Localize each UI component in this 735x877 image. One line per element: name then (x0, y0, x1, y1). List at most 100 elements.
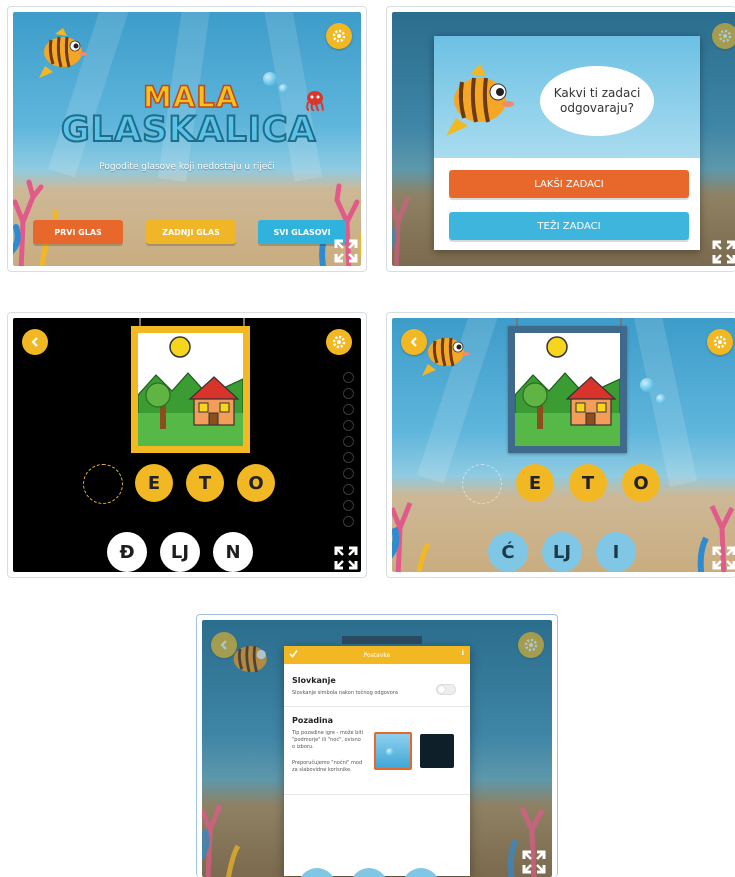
progress-dot (343, 468, 354, 479)
fullscreen-icon (712, 240, 735, 264)
logo-title-top: MALA (142, 79, 240, 115)
chevron-left-icon (410, 337, 417, 347)
background-option-sea[interactable] (374, 732, 412, 770)
screenshot-card-sea-game: E T O Ć LJ I (386, 312, 735, 578)
difficulty-dialog: Kakvi ti zadaci odgovaraju? LAKŠI ZADACI… (434, 36, 700, 250)
last-sound-button[interactable]: ZADNJI GLAS (146, 220, 236, 244)
coral-left (202, 760, 258, 877)
divider (284, 706, 470, 707)
fullscreen-icon (522, 850, 546, 874)
frame-edge (342, 636, 422, 644)
letter-option[interactable]: N (213, 532, 253, 572)
fish-mascot (422, 328, 474, 382)
settings-button[interactable] (712, 23, 735, 49)
progress-dot (343, 388, 354, 399)
progress-dot (343, 404, 354, 415)
word-letter: T (186, 464, 224, 502)
sea-game-screen: E T O Ć LJ I (392, 318, 735, 572)
fullscreen-button[interactable] (522, 850, 546, 874)
chevron-left-icon (31, 337, 38, 347)
settings-button[interactable] (326, 329, 352, 355)
fullscreen-button[interactable] (712, 240, 735, 264)
screenshot-card-difficulty: Kakvi ti zadaci odgovaraju? LAKŠI ZADACI… (386, 6, 735, 272)
screenshot-card-title: MALA GLASKALICA Pogodite glasove koji ne… (7, 6, 367, 272)
bubble (263, 72, 277, 86)
word-letter: T (569, 464, 607, 502)
octopus-icon (303, 90, 327, 116)
picture-frame (131, 326, 250, 453)
gear-icon (332, 335, 346, 349)
progress-dot (343, 500, 354, 511)
gear-icon (713, 335, 727, 349)
background-option-night[interactable] (420, 734, 454, 768)
speech-bubble: Kakvi ti zadaci odgovaraju? (540, 66, 654, 136)
fish-mascot (37, 26, 93, 86)
letter-slot-empty[interactable] (462, 464, 502, 504)
divider (284, 794, 470, 795)
screenshot-card-settings: Postavke i Slovkanje Slovkanje simbola n… (196, 614, 558, 877)
letter-option[interactable]: LJ (160, 532, 200, 572)
fullscreen-button[interactable] (334, 239, 358, 263)
word-letter: O (237, 464, 275, 502)
all-sounds-button[interactable]: SVI GLASOVI (258, 220, 346, 244)
progress-dot (343, 372, 354, 383)
letter-option[interactable]: LJ (542, 532, 582, 572)
easy-tasks-button[interactable]: LAKŠI ZADACI (449, 170, 689, 198)
word-letter: O (622, 464, 660, 502)
gear-icon (524, 638, 538, 652)
back-button[interactable] (22, 329, 48, 355)
coral-left (13, 162, 71, 266)
bubble (279, 84, 288, 93)
settings-title: Postavke (363, 651, 391, 659)
spelling-title: Slovkanje (292, 676, 336, 685)
word-letter: E (135, 464, 173, 502)
bubble (640, 378, 654, 392)
background-description: Tip pozadine igre - može biti "podmorje"… (292, 730, 364, 750)
dialog-question: Kakvi ti zadaci odgovaraju? (553, 86, 641, 115)
settings-header: Postavke i (284, 646, 470, 664)
bubble (656, 394, 666, 404)
word-letter: E (516, 464, 554, 502)
progress-dot (343, 452, 354, 463)
logo-title-main: GLASKALICA (60, 109, 317, 151)
gear-icon (332, 29, 346, 43)
progress-dot (343, 436, 354, 447)
picture-frame (508, 326, 627, 453)
back-button[interactable] (211, 632, 237, 658)
fullscreen-button[interactable] (334, 546, 358, 570)
chevron-left-icon (220, 640, 227, 650)
settings-panel: Postavke i Slovkanje Slovkanje simbola n… (284, 646, 470, 876)
settings-button[interactable] (707, 329, 733, 355)
confirm-button[interactable] (289, 649, 298, 660)
picture-house (515, 333, 620, 446)
spelling-toggle[interactable] (436, 684, 456, 695)
background-title: Pozadina (292, 716, 333, 725)
bubble (386, 748, 394, 756)
coral-left (392, 162, 436, 266)
fish-mascot (446, 62, 522, 144)
settings-button[interactable] (326, 23, 352, 49)
letter-option[interactable]: Ć (488, 532, 528, 572)
fullscreen-icon (334, 239, 358, 263)
info-icon[interactable]: i (462, 649, 464, 657)
night-game-screen: E T O Đ LJ N (13, 318, 361, 572)
picture-house (138, 333, 243, 446)
progress-dot (343, 484, 354, 495)
back-button[interactable] (401, 329, 427, 355)
settings-screen: Postavke i Slovkanje Slovkanje simbola n… (202, 620, 552, 877)
letter-option[interactable]: Đ (107, 532, 147, 572)
fullscreen-button[interactable] (712, 546, 735, 570)
letter-option[interactable]: I (596, 532, 636, 572)
progress-dot (343, 420, 354, 431)
gear-icon (718, 29, 732, 43)
first-sound-button[interactable]: PRVI GLAS (33, 220, 123, 244)
fullscreen-icon (712, 546, 735, 570)
letter-slot-empty[interactable] (83, 464, 123, 504)
title-screen: MALA GLASKALICA Pogodite glasove koji ne… (13, 12, 361, 266)
checkmark-icon (289, 650, 298, 658)
hard-tasks-button[interactable]: TEŽI ZADACI (449, 212, 689, 240)
fullscreen-icon (334, 546, 358, 570)
progress-dot (343, 516, 354, 527)
settings-button[interactable] (518, 632, 544, 658)
coral-left (392, 458, 438, 572)
